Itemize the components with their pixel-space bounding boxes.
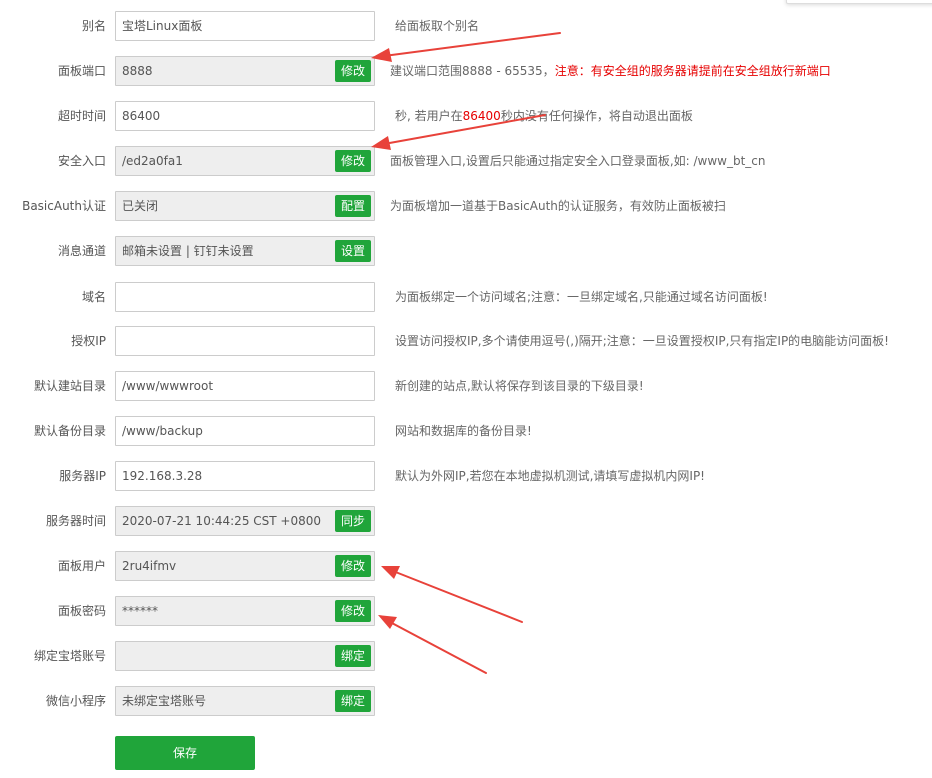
row-default-backup-dir: 默认备份目录 /www/backup 网站和数据库的备份目录!: [0, 416, 932, 446]
dropdown-panel-edge: [786, 0, 932, 4]
field-value: 宝塔Linux面板: [122, 19, 203, 33]
row-bind-bt-account: 绑定宝塔账号 绑定: [0, 641, 932, 671]
field-label: 面板用户: [57, 559, 106, 573]
field-hint: 面板管理入口,设置后只能通过指定安全入口登录面板,如: /www_bt_cn: [390, 154, 766, 168]
row-panel-user: 面板用户 2ru4ifmv 修改: [0, 551, 932, 581]
field-label: 安全入口: [57, 154, 106, 168]
field-value: /www/wwwroot: [122, 379, 214, 393]
server-ip-input[interactable]: 192.168.3.28: [115, 461, 375, 491]
default-backup-dir-input[interactable]: /www/backup: [115, 416, 375, 446]
row-basicauth: BasicAuth认证 已关闭 配置 为面板增加一道基于BasicAuth的认证…: [0, 191, 932, 221]
field-hint: 给面板取个别名: [395, 19, 480, 33]
row-panel-port: 面板端口 8888 修改 建议端口范围8888 - 65535，注意：有安全组的…: [0, 56, 932, 86]
field-label: 服务器IP: [59, 469, 106, 483]
field-value: 邮箱未设置 | 钉钉未设置: [122, 244, 254, 258]
field-hint: 网站和数据库的备份目录!: [395, 424, 532, 438]
security-entrance-field: /ed2a0fa1 修改: [115, 146, 375, 176]
field-value: 2020-07-21 10:44:25 CST +0800: [122, 514, 321, 528]
field-label: 绑定宝塔账号: [33, 649, 106, 663]
field-value: ******: [122, 604, 158, 618]
port-hint-text: 建议端口范围8888 - 65535，: [390, 64, 555, 78]
server-time-field: 2020-07-21 10:44:25 CST +0800 同步: [115, 506, 375, 536]
authorized-ip-input[interactable]: [115, 326, 375, 356]
panel-password-edit-button[interactable]: 修改: [334, 600, 371, 622]
row-wechat-mini-program: 微信小程序 未绑定宝塔账号 绑定: [0, 686, 932, 716]
panel-user-edit-button[interactable]: 修改: [334, 555, 371, 577]
field-hint: 为面板增加一道基于BasicAuth的认证服务，有效防止面板被扫: [390, 199, 726, 213]
field-value: /www/backup: [122, 424, 203, 438]
field-value: 未绑定宝塔账号: [122, 694, 207, 708]
panel-password-field: ****** 修改: [115, 596, 375, 626]
field-value: 192.168.3.28: [122, 469, 203, 483]
field-label: 面板端口: [57, 64, 106, 78]
field-hint: 默认为外网IP,若您在本地虚拟机测试,请填写虚拟机内网IP!: [395, 469, 705, 483]
field-hint: 秒, 若用户在86400秒内没有任何操作，将自动退出面板: [395, 101, 693, 131]
row-security-entrance: 安全入口 /ed2a0fa1 修改 面板管理入口,设置后只能通过指定安全入口登录…: [0, 146, 932, 176]
field-label: 域名: [81, 290, 106, 304]
field-value: 已关闭: [122, 199, 159, 213]
domain-input[interactable]: [115, 282, 375, 312]
row-default-site-dir: 默认建站目录 /www/wwwroot 新创建的站点,默认将保存到该目录的下级目…: [0, 371, 932, 401]
default-site-dir-input[interactable]: /www/wwwroot: [115, 371, 375, 401]
field-label: BasicAuth认证: [22, 199, 106, 213]
row-authorized-ip: 授权IP 设置访问授权IP,多个请使用逗号(,)隔开;注意：一旦设置授权IP,只…: [0, 326, 932, 356]
port-field: 8888 修改: [115, 56, 375, 86]
field-label: 默认备份目录: [33, 424, 106, 438]
field-label: 服务器时间: [45, 514, 106, 528]
field-value: 2ru4ifmv: [122, 559, 177, 573]
row-alias: 别名 宝塔Linux面板 给面板取个别名: [0, 11, 932, 41]
field-label: 默认建站目录: [33, 379, 106, 393]
save-button[interactable]: 保存: [115, 736, 255, 770]
port-edit-button[interactable]: 修改: [334, 60, 371, 82]
timeout-hint-post: 秒内没有任何操作，将自动退出面板: [500, 109, 693, 123]
row-domain: 域名 为面板绑定一个访问域名;注意：一旦绑定域名,只能通过域名访问面板!: [0, 282, 932, 312]
field-label: 消息通道: [57, 244, 106, 258]
timeout-hint-pre: 秒, 若用户在: [395, 109, 463, 123]
message-channel-setup-button[interactable]: 设置: [334, 240, 371, 262]
field-value: 86400: [122, 109, 161, 123]
field-label: 超时时间: [57, 109, 106, 123]
field-hint: 为面板绑定一个访问域名;注意：一旦绑定域名,只能通过域名访问面板!: [395, 290, 768, 304]
field-hint: 新创建的站点,默认将保存到该目录的下级目录!: [395, 379, 644, 393]
field-label: 面板密码: [57, 604, 106, 618]
bt-account-field: 绑定: [115, 641, 375, 671]
field-label: 授权IP: [71, 334, 106, 348]
server-time-sync-button[interactable]: 同步: [334, 510, 371, 532]
wechat-mini-program-field: 未绑定宝塔账号 绑定: [115, 686, 375, 716]
row-panel-password: 面板密码 ****** 修改: [0, 596, 932, 626]
security-entrance-edit-button[interactable]: 修改: [334, 150, 371, 172]
alias-input[interactable]: 宝塔Linux面板: [115, 11, 375, 41]
row-message-channel: 消息通道 邮箱未设置 | 钉钉未设置 设置: [0, 236, 932, 266]
port-hint-warning: 注意：有安全组的服务器请提前在安全组放行新端口: [554, 64, 831, 78]
timeout-input[interactable]: 86400: [115, 101, 375, 131]
message-channel-field: 邮箱未设置 | 钉钉未设置 设置: [115, 236, 375, 266]
field-value: 8888: [122, 64, 153, 78]
field-label: 别名: [81, 19, 106, 33]
field-value: /ed2a0fa1: [122, 154, 183, 168]
panel-user-field: 2ru4ifmv 修改: [115, 551, 375, 581]
field-hint: 建议端口范围8888 - 65535，注意：有安全组的服务器请提前在安全组放行新…: [390, 56, 831, 86]
basicauth-config-button[interactable]: 配置: [334, 195, 371, 217]
timeout-hint-number: 86400: [462, 109, 501, 123]
row-server-time: 服务器时间 2020-07-21 10:44:25 CST +0800 同步: [0, 506, 932, 536]
row-server-ip: 服务器IP 192.168.3.28 默认为外网IP,若您在本地虚拟机测试,请填…: [0, 461, 932, 491]
field-label: 微信小程序: [45, 694, 106, 708]
wechat-mini-program-bind-button[interactable]: 绑定: [334, 690, 371, 712]
basicauth-field: 已关闭 配置: [115, 191, 375, 221]
field-hint: 设置访问授权IP,多个请使用逗号(,)隔开;注意：一旦设置授权IP,只有指定IP…: [395, 334, 889, 348]
row-timeout: 超时时间 86400 秒, 若用户在86400秒内没有任何操作，将自动退出面板: [0, 101, 932, 131]
bt-account-bind-button[interactable]: 绑定: [334, 645, 371, 667]
